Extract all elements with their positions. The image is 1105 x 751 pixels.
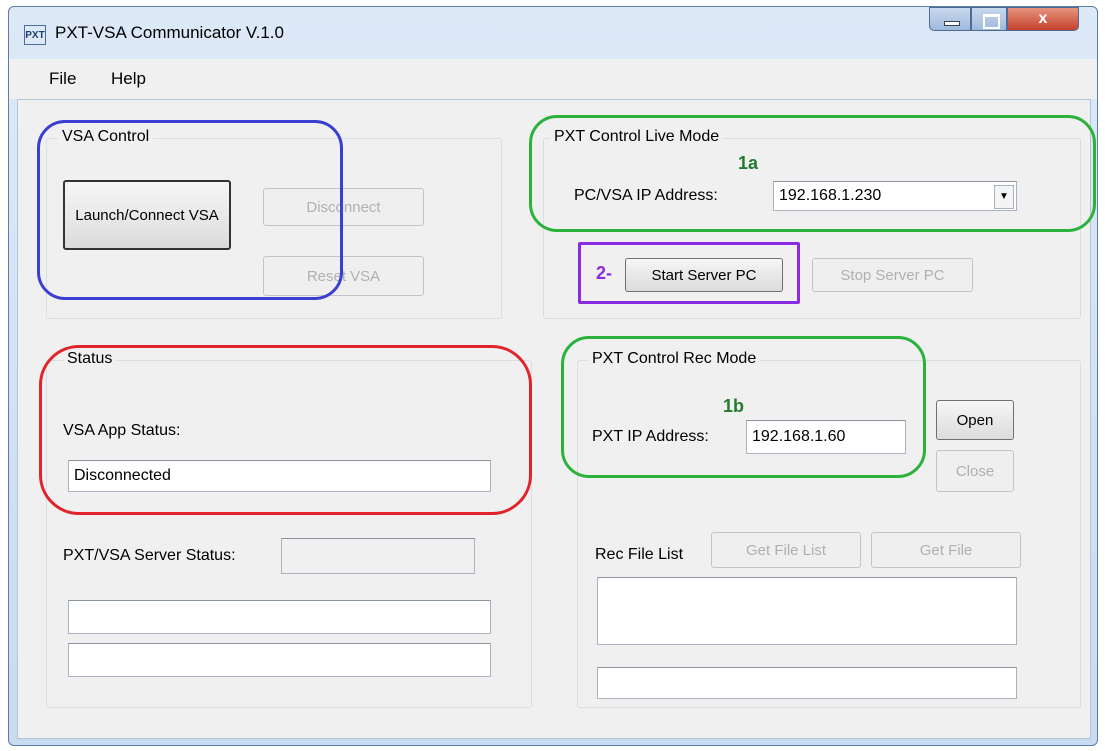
minimize-icon	[930, 8, 970, 30]
window-title: PXT-VSA Communicator V.1.0	[55, 23, 284, 42]
minimize-button[interactable]	[929, 7, 971, 31]
app-icon[interactable]: PXT	[24, 25, 46, 45]
get-file-list-button[interactable]: Get File List	[711, 532, 861, 568]
menu-bar: File Help	[9, 59, 1097, 99]
rec-file-listbox[interactable]	[597, 577, 1017, 645]
annotation-green-highlight-live	[529, 115, 1096, 232]
rec-file-progress-field	[597, 667, 1017, 699]
get-file-button[interactable]: Get File	[871, 532, 1021, 568]
server-status-label: PXT/VSA Server Status:	[63, 547, 236, 564]
client-area: VSA Control Launch/Connect VSA Disconnec…	[17, 99, 1096, 739]
rec-file-list-label: Rec File List	[595, 546, 684, 563]
title-bar[interactable]: PXT PXT-VSA Communicator V.1.0 x	[9, 7, 1097, 59]
status-line-2	[68, 643, 491, 677]
close-button[interactable]: x	[1007, 7, 1079, 31]
annotation-2: 2-	[596, 263, 613, 283]
menu-file[interactable]: File	[49, 69, 76, 89]
app-window: PXT PXT-VSA Communicator V.1.0 x File He…	[8, 6, 1098, 746]
menu-help[interactable]: Help	[111, 69, 146, 89]
annotation-1a: 1a	[738, 153, 759, 173]
status-line-1	[68, 600, 491, 634]
annotation-red-highlight	[39, 345, 532, 515]
server-status-field	[281, 538, 475, 574]
maximize-icon	[972, 8, 1006, 30]
close-file-button[interactable]: Close	[936, 450, 1014, 492]
open-button[interactable]: Open	[936, 400, 1014, 440]
close-icon: x	[1038, 10, 1048, 27]
annotation-1b: 1b	[723, 396, 745, 416]
stop-server-pc-button[interactable]: Stop Server PC	[812, 258, 973, 292]
maximize-button[interactable]	[971, 7, 1007, 31]
annotation-blue-highlight	[37, 120, 343, 300]
